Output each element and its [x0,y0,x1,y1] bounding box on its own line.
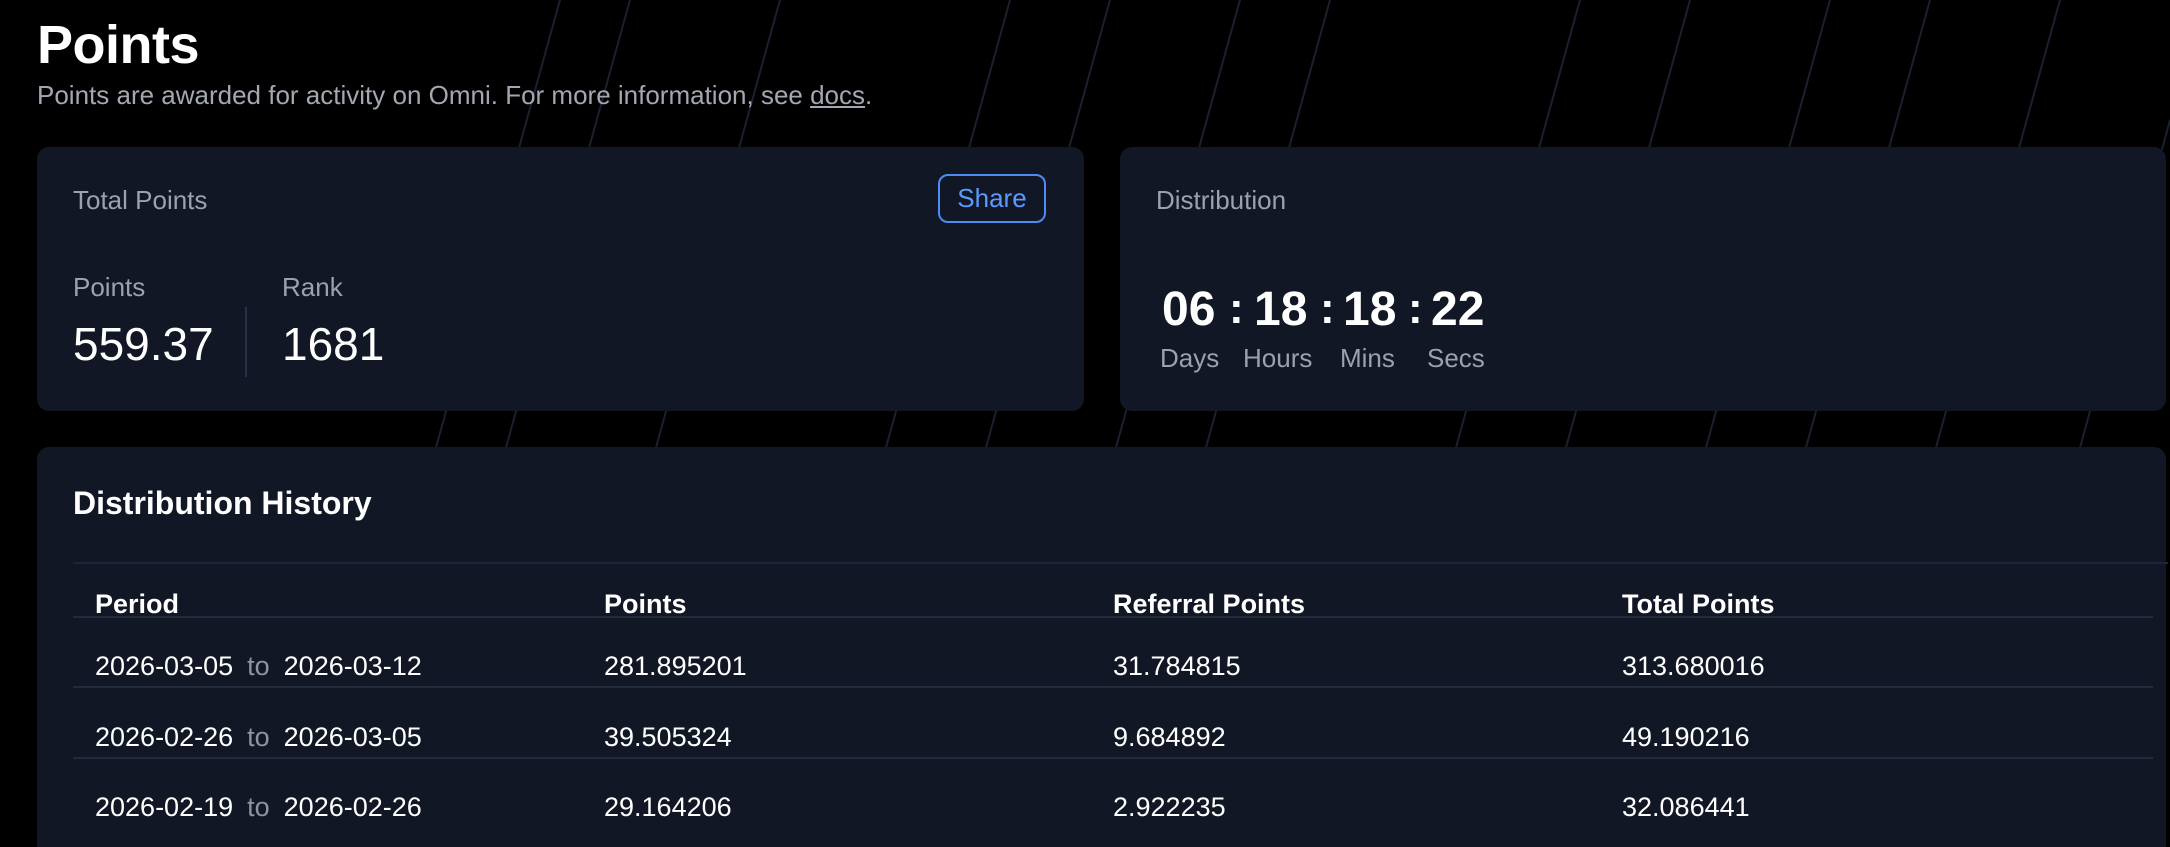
page-title: Points [37,15,200,75]
countdown-days: 06 [1162,283,1216,336]
table-cell-points: 281.895201 [604,651,747,681]
countdown-separator: : [1229,284,1244,333]
table-cell-total-points: 313.680016 [1622,651,1765,681]
period-to: to [247,651,270,681]
table-cell-period: 2026-03-05 to 2026-03-12 [95,651,422,682]
table-cell-referral-points: 31.784815 [1113,651,1241,681]
period-to: to [247,722,270,752]
header-divider [73,616,2153,618]
countdown-days-label: Days [1160,343,1220,373]
docs-link[interactable]: docs [810,80,865,110]
points-value: 559.37 [73,318,214,370]
distribution-card-label: Distribution [1156,185,1287,215]
table-cell-total-points: 32.086441 [1622,792,1750,822]
rank-label: Rank [282,272,343,302]
table-top-border [73,562,2168,564]
total-points-card-label: Total Points [73,185,208,215]
stat-divider [245,307,247,377]
table-cell-points: 29.164206 [604,792,732,822]
rank-value: 1681 [282,318,385,370]
period-start: 2026-03-05 [95,651,234,681]
table-cell-total-points: 49.190216 [1622,722,1750,752]
countdown-secs: 22 [1431,283,1485,336]
table-cell-referral-points: 9.684892 [1113,722,1226,752]
distribution-history-card: Distribution History Period Points Refer… [37,447,2168,847]
row-divider [73,686,2153,688]
share-button[interactable]: Share [938,174,1046,223]
countdown-secs-label: Secs [1427,343,1485,373]
period-to: to [247,792,270,822]
table-cell-referral-points: 2.922235 [1113,792,1226,822]
distribution-card: Distribution 06 : 18 : 18 : 22 Days Hour… [1120,147,2166,411]
period-start: 2026-02-19 [95,792,234,822]
subtitle-text: Points are awarded for activity on Omni.… [37,80,811,110]
countdown-separator: : [1408,284,1423,333]
period-end: 2026-03-12 [283,651,422,681]
countdown-mins-label: Mins [1340,343,1395,373]
row-divider [73,757,2153,759]
countdown-hours: 18 [1254,283,1308,336]
countdown-hours-label: Hours [1243,343,1313,373]
period-end: 2026-03-05 [283,722,422,752]
distribution-history-title: Distribution History [73,485,372,521]
countdown-mins: 18 [1343,283,1397,336]
points-label: Points [73,272,146,302]
table-cell-period: 2026-02-26 to 2026-03-05 [95,722,422,753]
countdown-separator: : [1320,284,1335,333]
page-subtitle: Points are awarded for activity on Omni.… [37,80,872,111]
period-start: 2026-02-26 [95,722,234,752]
table-cell-points: 39.505324 [604,722,732,752]
period-end: 2026-02-26 [283,792,422,822]
table-cell-period: 2026-02-19 to 2026-02-26 [95,792,422,823]
total-points-card: Total Points Share Points 559.37 Rank 16… [37,147,1084,411]
subtitle-suffix: . [865,80,873,110]
